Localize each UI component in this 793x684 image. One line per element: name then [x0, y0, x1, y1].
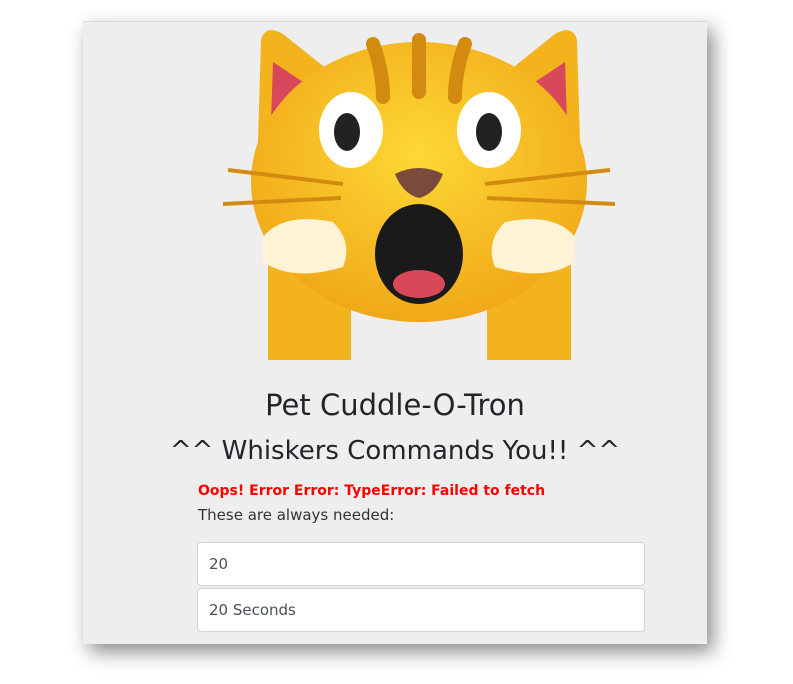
page-title: Pet Cuddle-O-Tron: [265, 388, 525, 422]
page-subtitle: ^^ Whiskers Commands You!! ^^: [169, 436, 621, 466]
weary-cat-icon: [223, 30, 615, 360]
value-input[interactable]: [197, 542, 645, 586]
error-message: Oops! Error Error: TypeError: Failed to …: [198, 483, 546, 499]
required-note: These are always needed:: [198, 506, 395, 524]
duration-input[interactable]: [197, 588, 645, 632]
main-panel: Pet Cuddle-O-Tron ^^ Whiskers Commands Y…: [83, 21, 707, 644]
